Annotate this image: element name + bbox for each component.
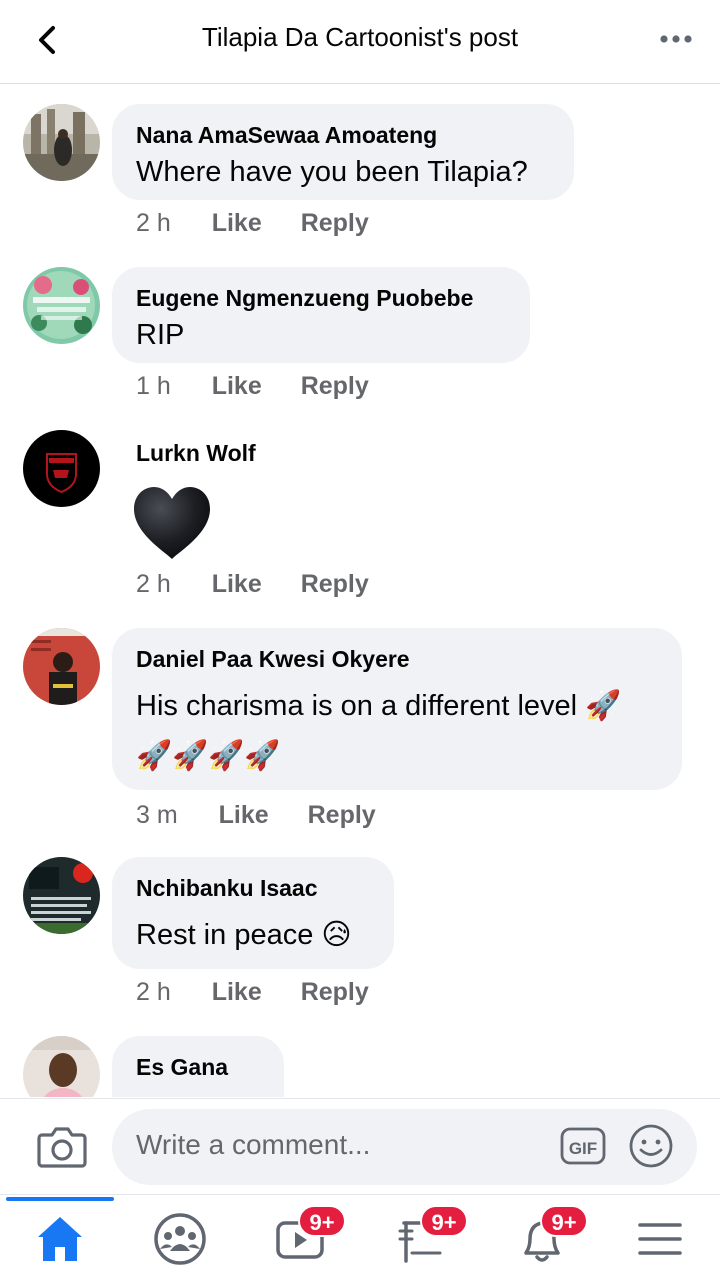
comment-bubble[interactable]: Eugene Ngmenzueng Puobebe RIP: [112, 267, 530, 363]
comment-bubble[interactable]: Lurkn Wolf: [112, 430, 412, 480]
comment-time: 2 h: [136, 570, 171, 598]
arsenal-logo-avatar: [23, 430, 100, 507]
comment-input-placeholder: Write a comment...: [136, 1129, 371, 1160]
avatar-photo: [23, 267, 100, 344]
bottom-navigation: 9+ 9+ 9+: [0, 1194, 720, 1280]
comment-actions: 2 h Like Reply: [136, 978, 369, 1007]
avatar[interactable]: [23, 628, 100, 705]
avatar[interactable]: [23, 104, 100, 181]
like-button[interactable]: Like: [212, 978, 262, 1007]
avatar-photo: [23, 857, 100, 934]
home-icon: [38, 1217, 82, 1261]
comment-composer: Write a comment... GIF: [0, 1098, 720, 1194]
comment-author[interactable]: Eugene Ngmenzueng Puobebe: [136, 283, 506, 313]
comment-text: RIP: [136, 319, 185, 351]
comment-actions: 1 h Like Reply: [136, 372, 369, 401]
gif-icon[interactable]: GIF: [560, 1125, 606, 1167]
comment-bubble[interactable]: Es Gana: [112, 1036, 284, 1097]
comment-text: His charisma is on a different level 🚀: [136, 690, 622, 722]
menu-icon: [638, 1223, 682, 1255]
comment-text-line-2: 🚀🚀🚀🚀: [136, 740, 281, 772]
comment-actions: 2 h Like Reply: [136, 209, 369, 238]
page-title: Tilapia Da Cartoonist's post: [201, 22, 519, 52]
comment-time: 2 h: [136, 978, 171, 1006]
comment-input[interactable]: Write a comment... GIF: [112, 1109, 697, 1185]
tab-groups[interactable]: [150, 1209, 210, 1269]
notification-badge: 9+: [420, 1205, 468, 1237]
top-bar: Tilapia Da Cartoonist's post: [0, 0, 720, 84]
like-button[interactable]: Like: [212, 209, 262, 238]
reply-button[interactable]: Reply: [308, 801, 376, 830]
comment-author[interactable]: Nana AmaSewaa Amoateng: [136, 120, 550, 150]
more-horizontal-icon[interactable]: [654, 22, 698, 56]
tab-watch[interactable]: 9+: [270, 1205, 346, 1269]
comment-list: Nana AmaSewaa Amoateng Where have you be…: [0, 85, 720, 1097]
like-button[interactable]: Like: [212, 570, 262, 599]
comment-actions: 2 h Like Reply: [136, 570, 369, 599]
comment-text: Where have you been Tilapia?: [136, 156, 528, 188]
avatar[interactable]: [23, 857, 100, 934]
gif-label: GIF: [569, 1139, 597, 1158]
comment-author[interactable]: Daniel Paa Kwesi Okyere: [136, 644, 658, 674]
avatar[interactable]: [23, 267, 100, 344]
camera-icon[interactable]: [36, 1123, 88, 1169]
tab-home[interactable]: [30, 1209, 90, 1269]
comment-author[interactable]: Lurkn Wolf: [136, 438, 388, 468]
avatar[interactable]: [23, 430, 100, 507]
avatar[interactable]: [23, 1036, 100, 1097]
tab-marketplace[interactable]: 9+: [392, 1205, 468, 1269]
comment-bubble[interactable]: Daniel Paa Kwesi Okyere His charisma is …: [112, 628, 682, 790]
comment-actions: 3 m Like Reply: [136, 801, 376, 830]
groups-icon: [154, 1213, 206, 1265]
notification-badge: 9+: [540, 1205, 588, 1237]
comment-author[interactable]: Nchibanku Isaac: [136, 873, 370, 903]
avatar-photo: [23, 1036, 100, 1097]
avatar-photo: [23, 104, 100, 181]
comment-time: 1 h: [136, 372, 171, 400]
tab-menu[interactable]: [630, 1209, 690, 1269]
like-button[interactable]: Like: [219, 801, 269, 830]
comment-time: 2 h: [136, 209, 171, 237]
comment-bubble[interactable]: Nchibanku Isaac Rest in peace 😥: [112, 857, 394, 969]
comment-time: 3 m: [136, 801, 178, 829]
reply-button[interactable]: Reply: [301, 372, 369, 401]
notification-badge: 9+: [298, 1205, 346, 1237]
tab-notifications[interactable]: 9+: [512, 1205, 588, 1269]
reply-button[interactable]: Reply: [301, 570, 369, 599]
reply-button[interactable]: Reply: [301, 978, 369, 1007]
comment-text: Rest in peace 😥: [136, 919, 352, 951]
comment-bubble[interactable]: Nana AmaSewaa Amoateng Where have you be…: [112, 104, 574, 200]
black-heart-icon: [134, 487, 210, 559]
active-tab-indicator: [6, 1197, 114, 1201]
reply-button[interactable]: Reply: [301, 209, 369, 238]
like-button[interactable]: Like: [212, 372, 262, 401]
avatar-photo: [23, 628, 100, 705]
emoji-icon[interactable]: [628, 1123, 674, 1169]
comment-author[interactable]: Es Gana: [136, 1052, 260, 1082]
